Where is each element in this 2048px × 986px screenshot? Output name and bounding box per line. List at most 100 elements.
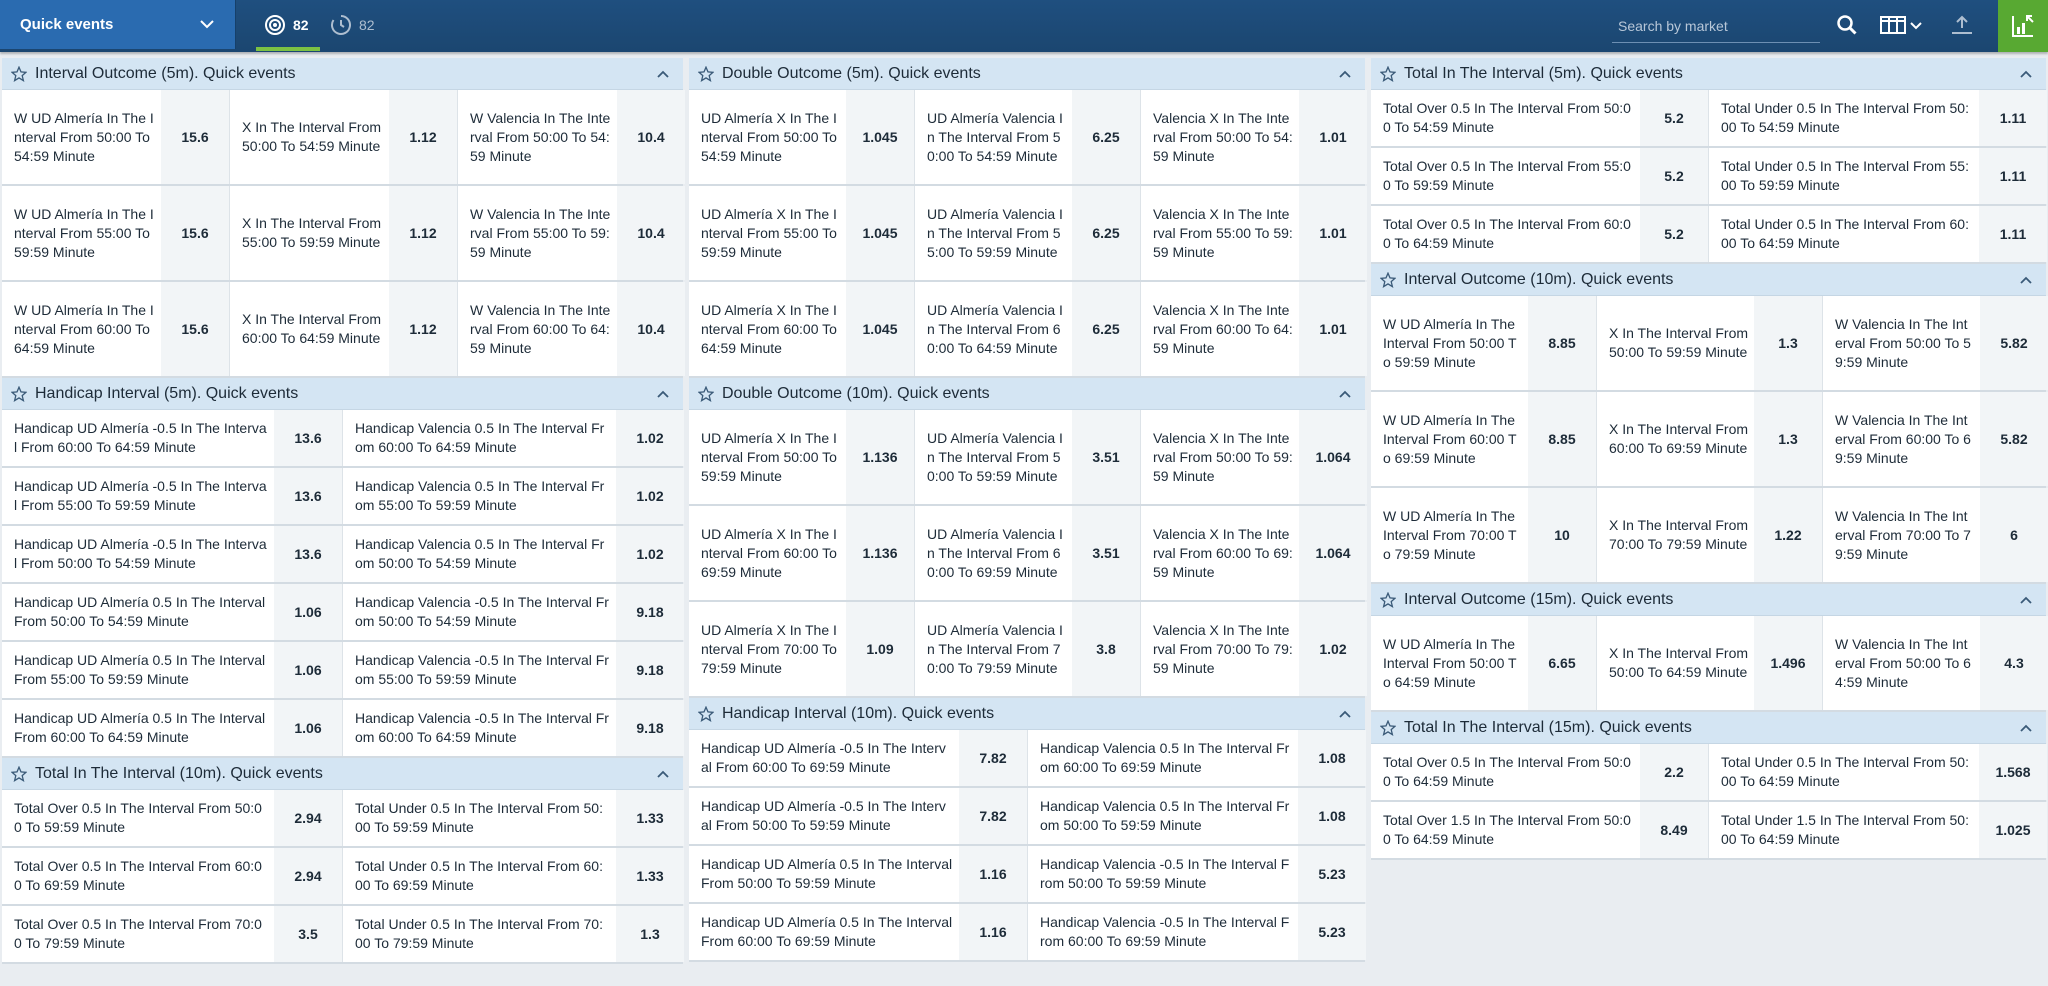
- chevron-up-icon[interactable]: [2019, 593, 2033, 607]
- outcome-button[interactable]: Handicap UD Almería -0.5 In The Interval…: [689, 788, 1028, 844]
- outcome-button[interactable]: Handicap Valencia 0.5 In The Interval Fr…: [1028, 788, 1366, 844]
- outcome-button[interactable]: Handicap UD Almería 0.5 In The Interval …: [2, 642, 343, 698]
- outcome-button[interactable]: W UD Almería In The Interval From 50:00 …: [1371, 296, 1597, 390]
- outcome-button[interactable]: W Valencia In The Interval From 55:00 To…: [458, 186, 685, 280]
- outcome-button[interactable]: Valencia X In The Interval From 60:00 To…: [1141, 282, 1367, 376]
- section-header[interactable]: Interval Outcome (5m). Quick events: [2, 58, 683, 90]
- outcome-button[interactable]: X In The Interval From 60:00 To 69:59 Mi…: [1597, 392, 1823, 486]
- outcome-button[interactable]: Handicap UD Almería -0.5 In The Interval…: [2, 410, 343, 466]
- outcome-button[interactable]: Handicap Valencia -0.5 In The Interval F…: [1028, 846, 1366, 902]
- outcome-button[interactable]: Total Over 0.5 In The Interval From 60:0…: [2, 848, 343, 904]
- outcome-button[interactable]: Valencia X In The Interval From 60:00 To…: [1141, 506, 1367, 600]
- outcome-button[interactable]: Handicap UD Almería -0.5 In The Interval…: [2, 468, 343, 524]
- outcome-button[interactable]: Total Over 1.5 In The Interval From 50:0…: [1371, 802, 1709, 858]
- star-icon[interactable]: [11, 765, 27, 782]
- outcome-button[interactable]: W UD Almería In The Interval From 50:00 …: [2, 90, 230, 184]
- upload-icon[interactable]: [1950, 14, 1974, 36]
- outcome-button[interactable]: Total Under 0.5 In The Interval From 50:…: [1709, 90, 2047, 146]
- live-events-filter[interactable]: 82: [264, 13, 309, 37]
- outcome-button[interactable]: W Valencia In The Interval From 60:00 To…: [1823, 392, 2048, 486]
- outcome-button[interactable]: UD Almería Valencia In The Interval From…: [915, 186, 1141, 280]
- star-icon[interactable]: [1380, 591, 1396, 608]
- outcome-button[interactable]: Handicap Valencia -0.5 In The Interval F…: [343, 584, 684, 640]
- section-header[interactable]: Double Outcome (5m). Quick events: [689, 58, 1365, 90]
- outcome-button[interactable]: Handicap Valencia 0.5 In The Interval Fr…: [343, 526, 684, 582]
- star-icon[interactable]: [698, 65, 714, 82]
- outcome-button[interactable]: Handicap UD Almería 0.5 In The Interval …: [689, 846, 1028, 902]
- outcome-button[interactable]: W Valencia In The Interval From 50:00 To…: [1823, 616, 2048, 710]
- chevron-up-icon[interactable]: [1338, 387, 1352, 401]
- outcome-button[interactable]: Handicap Valencia 0.5 In The Interval Fr…: [1028, 730, 1366, 786]
- star-icon[interactable]: [11, 65, 27, 82]
- outcome-button[interactable]: X In The Interval From 55:00 To 59:59 Mi…: [230, 186, 458, 280]
- chevron-up-icon[interactable]: [656, 387, 670, 401]
- star-icon[interactable]: [698, 705, 714, 722]
- statistics-button[interactable]: [1998, 0, 2048, 52]
- section-header[interactable]: Total In The Interval (10m). Quick event…: [2, 758, 683, 790]
- outcome-button[interactable]: Handicap UD Almería 0.5 In The Interval …: [2, 700, 343, 756]
- outcome-button[interactable]: Handicap Valencia 0.5 In The Interval Fr…: [343, 468, 684, 524]
- outcome-button[interactable]: Total Over 0.5 In The Interval From 50:0…: [1371, 90, 1709, 146]
- chevron-up-icon[interactable]: [656, 767, 670, 781]
- outcome-button[interactable]: W Valencia In The Interval From 60:00 To…: [458, 282, 685, 376]
- outcome-button[interactable]: Total Over 0.5 In The Interval From 70:0…: [2, 906, 343, 962]
- outcome-button[interactable]: X In The Interval From 50:00 To 59:59 Mi…: [1597, 296, 1823, 390]
- star-icon[interactable]: [1380, 271, 1396, 288]
- section-header[interactable]: Total In The Interval (15m). Quick event…: [1371, 712, 2046, 744]
- outcome-button[interactable]: UD Almería X In The Interval From 60:00 …: [689, 506, 915, 600]
- outcome-button[interactable]: Valencia X In The Interval From 50:00 To…: [1141, 410, 1367, 504]
- outcome-button[interactable]: W UD Almería In The Interval From 60:00 …: [1371, 392, 1597, 486]
- chevron-up-icon[interactable]: [656, 67, 670, 81]
- outcome-button[interactable]: Total Over 0.5 In The Interval From 50:0…: [1371, 744, 1709, 800]
- outcome-button[interactable]: Handicap Valencia -0.5 In The Interval F…: [343, 700, 684, 756]
- outcome-button[interactable]: UD Almería X In The Interval From 60:00 …: [689, 282, 915, 376]
- outcome-button[interactable]: UD Almería X In The Interval From 55:00 …: [689, 186, 915, 280]
- chevron-up-icon[interactable]: [2019, 721, 2033, 735]
- quick-events-dropdown[interactable]: Quick events: [0, 0, 236, 49]
- outcome-button[interactable]: Handicap UD Almería 0.5 In The Interval …: [2, 584, 343, 640]
- section-header[interactable]: Interval Outcome (10m). Quick events: [1371, 264, 2046, 296]
- search-input[interactable]: [1612, 10, 1820, 41]
- star-icon[interactable]: [11, 385, 27, 402]
- chevron-up-icon[interactable]: [1338, 707, 1352, 721]
- outcome-button[interactable]: W Valencia In The Interval From 50:00 To…: [458, 90, 685, 184]
- section-header[interactable]: Handicap Interval (10m). Quick events: [689, 698, 1365, 730]
- outcome-button[interactable]: Total Under 0.5 In The Interval From 50:…: [343, 790, 684, 846]
- outcome-button[interactable]: X In The Interval From 50:00 To 54:59 Mi…: [230, 90, 458, 184]
- star-icon[interactable]: [1380, 719, 1396, 736]
- outcome-button[interactable]: W UD Almería In The Interval From 60:00 …: [2, 282, 230, 376]
- outcome-button[interactable]: X In The Interval From 60:00 To 64:59 Mi…: [230, 282, 458, 376]
- section-header[interactable]: Total In The Interval (5m). Quick events: [1371, 58, 2046, 90]
- upcoming-events-filter[interactable]: 82: [330, 13, 375, 37]
- outcome-button[interactable]: Valencia X In The Interval From 55:00 To…: [1141, 186, 1367, 280]
- outcome-button[interactable]: W UD Almería In The Interval From 55:00 …: [2, 186, 230, 280]
- outcome-button[interactable]: W UD Almería In The Interval From 70:00 …: [1371, 488, 1597, 582]
- outcome-button[interactable]: Total Over 0.5 In The Interval From 50:0…: [2, 790, 343, 846]
- section-header[interactable]: Handicap Interval (5m). Quick events: [2, 378, 683, 410]
- layout-columns-icon[interactable]: [1880, 15, 1924, 35]
- section-header[interactable]: Double Outcome (10m). Quick events: [689, 378, 1365, 410]
- outcome-button[interactable]: Total Over 0.5 In The Interval From 55:0…: [1371, 148, 1709, 204]
- outcome-button[interactable]: Handicap UD Almería 0.5 In The Interval …: [689, 904, 1028, 960]
- star-icon[interactable]: [1380, 65, 1396, 82]
- outcome-button[interactable]: Handicap Valencia -0.5 In The Interval F…: [1028, 904, 1366, 960]
- outcome-button[interactable]: Valencia X In The Interval From 50:00 To…: [1141, 90, 1367, 184]
- chevron-up-icon[interactable]: [1338, 67, 1352, 81]
- outcome-button[interactable]: Total Under 0.5 In The Interval From 60:…: [343, 848, 684, 904]
- outcome-button[interactable]: UD Almería Valencia In The Interval From…: [915, 506, 1141, 600]
- outcome-button[interactable]: W Valencia In The Interval From 70:00 To…: [1823, 488, 2048, 582]
- outcome-button[interactable]: Total Over 0.5 In The Interval From 60:0…: [1371, 206, 1709, 262]
- outcome-button[interactable]: UD Almería Valencia In The Interval From…: [915, 90, 1141, 184]
- outcome-button[interactable]: UD Almería Valencia In The Interval From…: [915, 282, 1141, 376]
- chevron-up-icon[interactable]: [2019, 67, 2033, 81]
- outcome-button[interactable]: UD Almería Valencia In The Interval From…: [915, 602, 1141, 696]
- outcome-button[interactable]: Handicap UD Almería -0.5 In The Interval…: [2, 526, 343, 582]
- star-icon[interactable]: [698, 385, 714, 402]
- outcome-button[interactable]: Total Under 0.5 In The Interval From 55:…: [1709, 148, 2047, 204]
- outcome-button[interactable]: Total Under 0.5 In The Interval From 70:…: [343, 906, 684, 962]
- outcome-button[interactable]: UD Almería X In The Interval From 70:00 …: [689, 602, 915, 696]
- outcome-button[interactable]: Handicap Valencia 0.5 In The Interval Fr…: [343, 410, 684, 466]
- outcome-button[interactable]: Total Under 0.5 In The Interval From 60:…: [1709, 206, 2047, 262]
- outcome-button[interactable]: UD Almería X In The Interval From 50:00 …: [689, 90, 915, 184]
- outcome-button[interactable]: X In The Interval From 70:00 To 79:59 Mi…: [1597, 488, 1823, 582]
